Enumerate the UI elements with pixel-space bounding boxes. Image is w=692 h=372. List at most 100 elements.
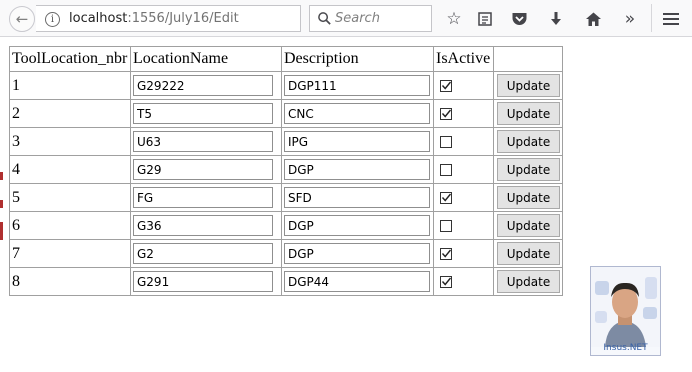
isactive-checkbox[interactable]: [440, 135, 452, 148]
cell-isactive: [433, 183, 494, 212]
cell-action: Update: [493, 183, 563, 212]
cell-toollocation-nbr: 5: [9, 183, 131, 212]
cell-locationname: [130, 155, 282, 184]
url-path: :1556/July16/Edit: [127, 11, 239, 26]
reading-list-icon[interactable]: [474, 8, 496, 30]
update-button[interactable]: Update: [497, 158, 560, 181]
locationname-input[interactable]: [133, 215, 273, 236]
cell-toollocation-nbr: 3: [9, 127, 131, 156]
browser-toolbar: ← i localhost:1556/July16/Edit ↻ Search …: [0, 0, 692, 37]
cell-description: [281, 127, 434, 156]
address-bar[interactable]: i localhost:1556/July16/Edit ↻: [36, 5, 324, 34]
description-input[interactable]: [284, 271, 430, 292]
cell-isactive: [433, 239, 494, 268]
update-button[interactable]: Update: [497, 214, 560, 237]
description-input[interactable]: [284, 159, 430, 180]
edge-mark: [0, 172, 3, 180]
locationname-input[interactable]: [133, 103, 273, 124]
cell-locationname: [130, 267, 282, 296]
table-row: 4 Update: [9, 155, 563, 184]
header-isactive: IsActive: [433, 46, 494, 72]
cell-action: Update: [493, 127, 563, 156]
locationname-input[interactable]: [133, 243, 273, 264]
cell-action: Update: [493, 267, 563, 296]
locationname-input[interactable]: [133, 159, 273, 180]
description-input[interactable]: [284, 75, 430, 96]
cell-action: Update: [493, 99, 563, 128]
cell-description: [281, 183, 434, 212]
cell-description: [281, 267, 434, 296]
cell-isactive: [433, 99, 494, 128]
watermark-label: Insus.NET: [603, 343, 648, 353]
table-row: 8 Update: [9, 267, 563, 296]
info-icon[interactable]: i: [45, 12, 60, 27]
isactive-checkbox[interactable]: [440, 107, 452, 120]
cell-description: [281, 71, 434, 100]
update-button[interactable]: Update: [497, 242, 560, 265]
home-icon[interactable]: [582, 8, 604, 30]
isactive-checkbox[interactable]: [440, 219, 452, 232]
cell-description: [281, 99, 434, 128]
pocket-icon[interactable]: [508, 8, 530, 30]
isactive-checkbox[interactable]: [440, 79, 452, 92]
locationname-input[interactable]: [133, 187, 273, 208]
update-button[interactable]: Update: [497, 74, 560, 97]
isactive-checkbox[interactable]: [440, 163, 452, 176]
isactive-checkbox[interactable]: [440, 275, 452, 288]
table-header-row: ToolLocation_nbr LocationName Descriptio…: [9, 46, 563, 72]
cell-locationname: [130, 127, 282, 156]
cell-action: Update: [493, 211, 563, 240]
cell-description: [281, 155, 434, 184]
table-row: 7 Update: [9, 239, 563, 268]
search-input[interactable]: Search: [309, 5, 432, 32]
cell-locationname: [130, 211, 282, 240]
description-input[interactable]: [284, 215, 430, 236]
cell-isactive: [433, 267, 494, 296]
update-button[interactable]: Update: [497, 186, 560, 209]
table-row: 6 Update: [9, 211, 563, 240]
locationname-input[interactable]: [133, 271, 273, 292]
description-input[interactable]: [284, 187, 430, 208]
update-button[interactable]: Update: [497, 130, 560, 153]
update-button[interactable]: Update: [497, 270, 560, 293]
download-icon[interactable]: [545, 8, 567, 30]
edge-mark: [0, 222, 3, 240]
description-input[interactable]: [284, 103, 430, 124]
cell-description: [281, 239, 434, 268]
cell-locationname: [130, 71, 282, 100]
isactive-checkbox[interactable]: [440, 247, 452, 260]
locationname-input[interactable]: [133, 75, 273, 96]
cell-isactive: [433, 155, 494, 184]
url-text: localhost:1556/July16/Edit: [69, 11, 239, 26]
checkmark-icon: [441, 277, 452, 286]
cell-action: Update: [493, 155, 563, 184]
description-input[interactable]: [284, 243, 430, 264]
avatar-watermark: Insus.NET: [590, 266, 661, 356]
bookmark-star-icon[interactable]: ☆: [443, 8, 465, 30]
cell-toollocation-nbr: 6: [9, 211, 131, 240]
cell-locationname: [130, 99, 282, 128]
header-locationname: LocationName: [130, 46, 282, 72]
cell-locationname: [130, 239, 282, 268]
url-host: localhost: [69, 11, 128, 26]
table-row: 2 Update: [9, 99, 563, 128]
checkmark-icon: [441, 249, 452, 258]
update-button[interactable]: Update: [497, 102, 560, 125]
table-row: 3 Update: [9, 127, 563, 156]
checkmark-icon: [441, 81, 452, 90]
overflow-chevrons-icon[interactable]: »: [619, 8, 641, 30]
table-body: 1 Update 2 Update 3 Update 4 Update 5 Update 6 Upda…: [9, 71, 563, 296]
table-row: 1 Update: [9, 71, 563, 100]
isactive-checkbox[interactable]: [440, 191, 452, 204]
description-input[interactable]: [284, 131, 430, 152]
checkmark-icon: [441, 193, 452, 202]
back-button[interactable]: ←: [9, 6, 35, 32]
cell-isactive: [433, 71, 494, 100]
cell-toollocation-nbr: 4: [9, 155, 131, 184]
cell-toollocation-nbr: 2: [9, 99, 131, 128]
hamburger-menu-icon[interactable]: [660, 8, 682, 30]
locationname-input[interactable]: [133, 131, 273, 152]
search-placeholder: Search: [335, 11, 380, 26]
table-row: 5 Update: [9, 183, 563, 212]
cell-locationname: [130, 183, 282, 212]
